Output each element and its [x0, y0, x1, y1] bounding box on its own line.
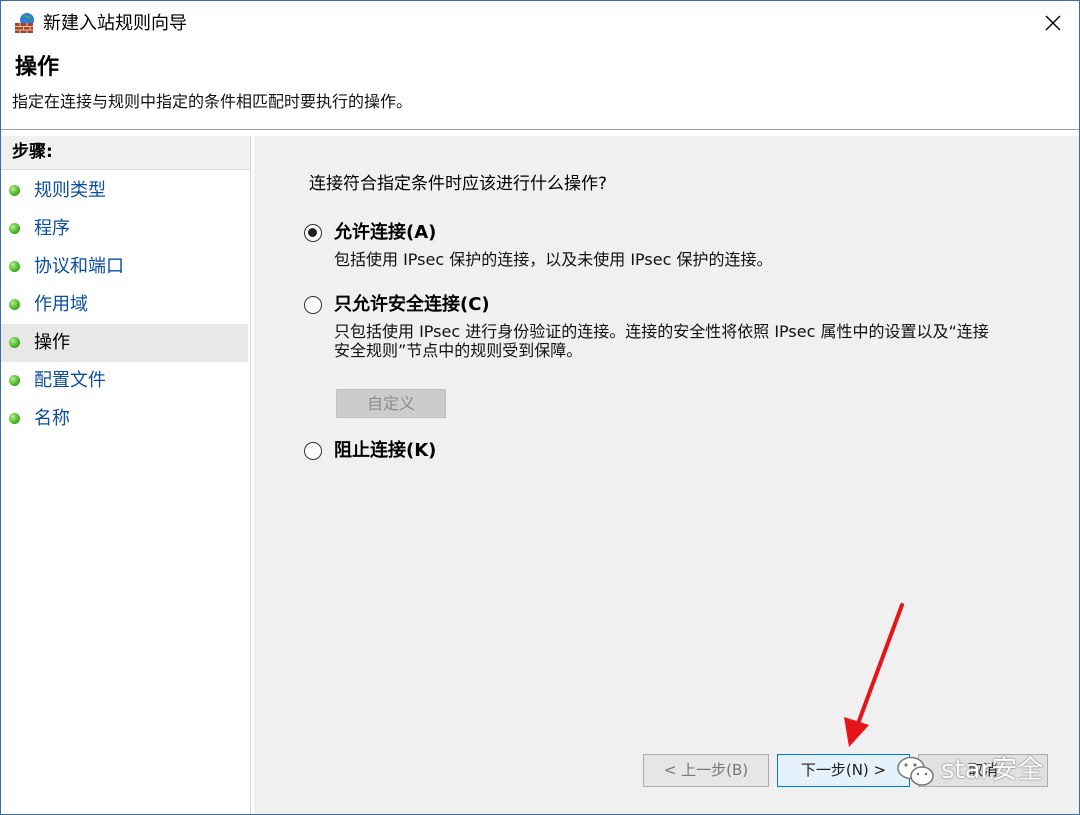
action-question: 连接符合指定条件时应该进行什么操作? — [309, 174, 608, 194]
sidebar-item-label: 协议和端口 — [34, 256, 124, 277]
watermark: star安全 — [896, 751, 1056, 791]
next-button[interactable]: 下一步(N) > — [777, 754, 910, 787]
sidebar-item-name[interactable]: 名称 — [1, 400, 248, 438]
sidebar-item-profile[interactable]: 配置文件 — [1, 362, 248, 400]
close-icon — [1045, 15, 1061, 31]
sidebar-item-label: 配置文件 — [34, 370, 106, 391]
back-button[interactable]: < 上一步(B) — [643, 754, 769, 787]
steps-sidebar: 步骤: 规则类型 程序 协议和端口 作用域 操作 配置文件 名称 — [1, 136, 251, 814]
firewall-wall-icon — [14, 12, 36, 34]
option-label[interactable]: 只允许安全连接(C) — [334, 294, 490, 316]
green-dot-icon — [9, 413, 20, 424]
sidebar-item-label: 程序 — [34, 218, 70, 239]
close-button[interactable] — [1027, 1, 1079, 45]
sidebar-item-label: 名称 — [34, 408, 70, 429]
allow-secure-radio[interactable] — [304, 296, 322, 314]
customize-button[interactable]: 自定义 — [336, 389, 446, 418]
steps-header: 步骤: — [1, 136, 250, 170]
page-title: 操作 — [15, 55, 60, 80]
window-title: 新建入站规则向导 — [43, 13, 187, 34]
block-radio[interactable] — [304, 442, 322, 460]
green-dot-icon — [9, 375, 20, 386]
option-label[interactable]: 允许连接(A) — [334, 222, 436, 244]
header-divider-highlight — [1, 130, 1079, 131]
watermark-text: star安全 — [941, 755, 1044, 785]
page-description: 指定在连接与规则中指定的条件相匹配时要执行的操作。 — [12, 92, 413, 111]
title-bar: 新建入站规则向导 — [1, 1, 1079, 45]
green-dot-icon — [9, 185, 20, 196]
wizard-window: 新建入站规则向导 操作 指定在连接与规则中指定的条件相匹配时要执行的操作。 步骤… — [0, 0, 1080, 815]
allow-radio[interactable] — [304, 224, 322, 242]
sidebar-item-action[interactable]: 操作 — [1, 324, 248, 362]
green-dot-icon — [9, 261, 20, 272]
sidebar-item-scope[interactable]: 作用域 — [1, 286, 248, 324]
green-dot-icon — [9, 337, 20, 348]
sidebar-item-label: 操作 — [34, 332, 70, 353]
green-dot-icon — [9, 223, 20, 234]
green-dot-icon — [9, 299, 20, 310]
option-label[interactable]: 阻止连接(K) — [334, 440, 436, 462]
sidebar-item-protocol-ports[interactable]: 协议和端口 — [1, 248, 248, 286]
sidebar-item-label: 作用域 — [34, 294, 88, 315]
option-description: 只包括使用 IPsec 进行身份验证的连接。连接的安全性将依照 IPsec 属性… — [334, 322, 989, 360]
sidebar-item-rule-type[interactable]: 规则类型 — [1, 172, 248, 210]
option-description: 包括使用 IPsec 保护的连接，以及未使用 IPsec 保护的连接。 — [334, 250, 773, 269]
wechat-icon — [897, 756, 934, 786]
steps-heading: 步骤: — [12, 142, 53, 162]
sidebar-item-label: 规则类型 — [34, 180, 106, 201]
sidebar-item-program[interactable]: 程序 — [1, 210, 248, 248]
main-panel: 连接符合指定条件时应该进行什么操作? 允许连接(A) 包括使用 IPsec 保护… — [254, 136, 1079, 814]
